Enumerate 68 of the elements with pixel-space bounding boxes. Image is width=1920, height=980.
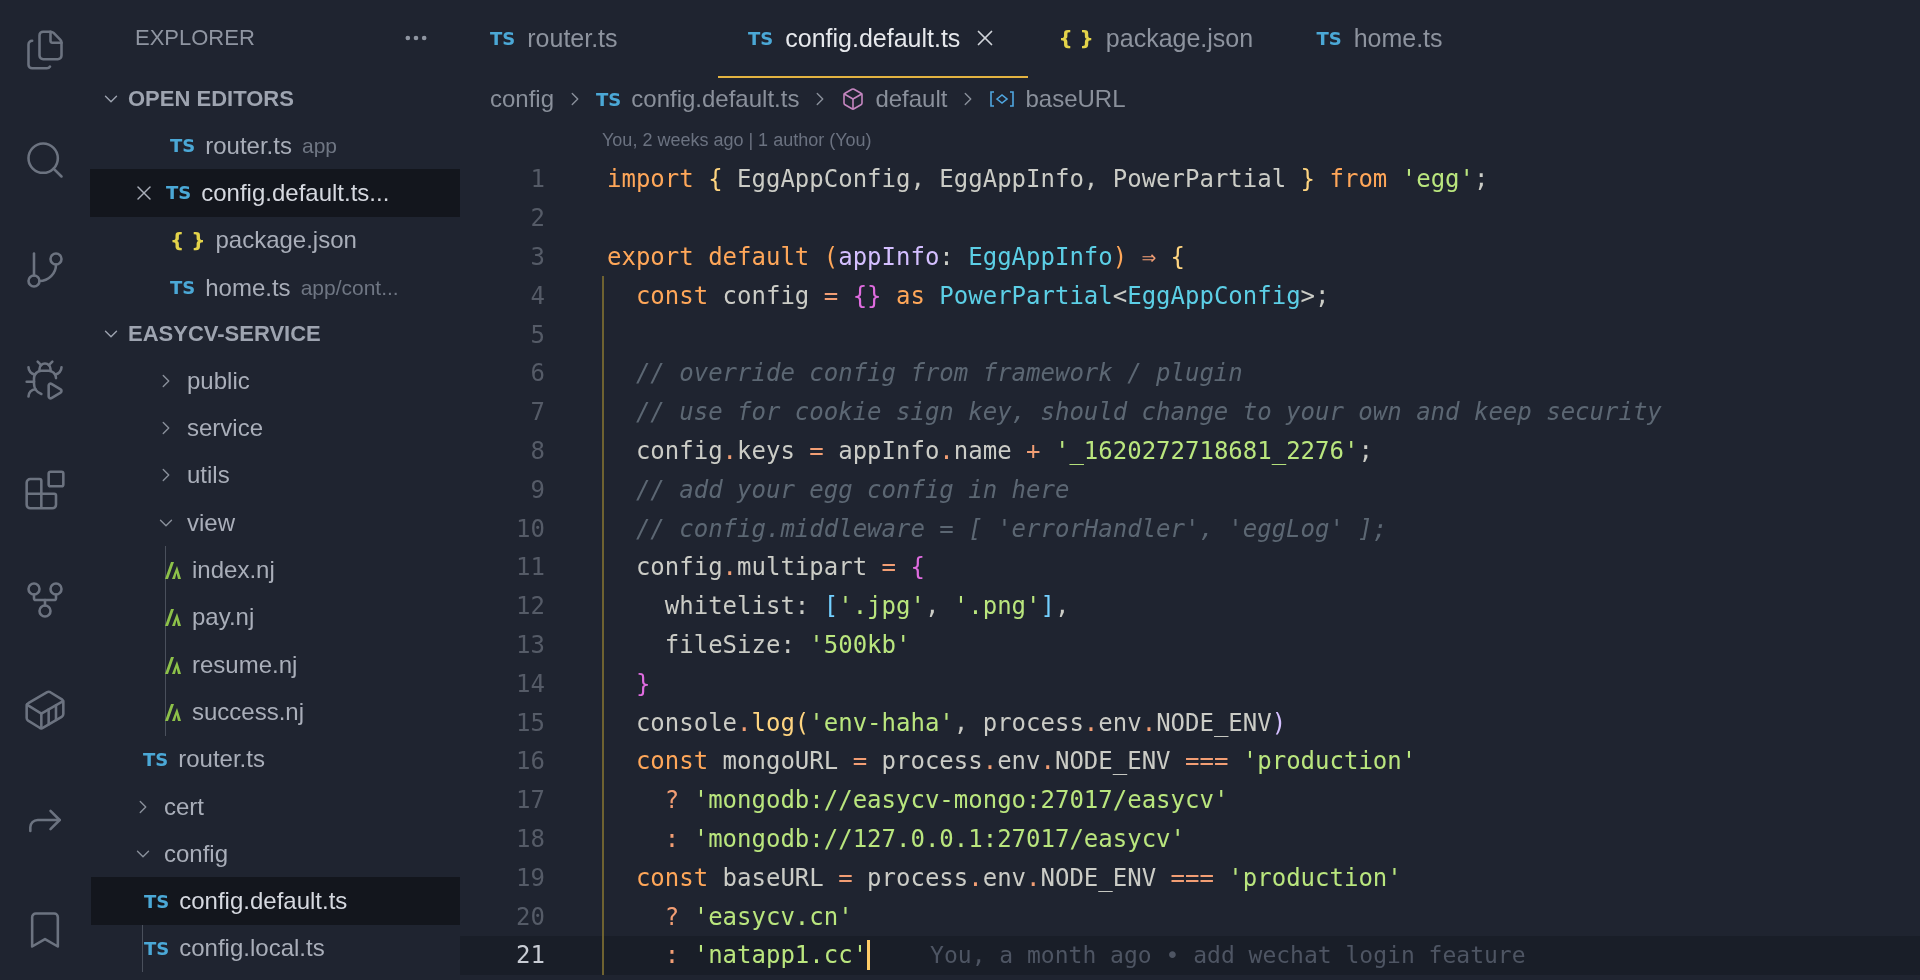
open-editor-item[interactable]: TS home.ts app/cont... — [90, 263, 460, 312]
breadcrumb-item[interactable]: default — [841, 85, 948, 113]
code-line: console.log('env-haha', process.env.NODE_ENV) — [602, 703, 1287, 742]
section-header[interactable]: EASYCV-SERVICE — [90, 311, 460, 358]
code-line: const baseURL = process.env.NODE_ENV === 'production' — [602, 858, 1402, 898]
open-editor-item[interactable]: TS router.ts app — [90, 122, 460, 170]
folder-item[interactable]: utils — [90, 451, 460, 500]
blame-annotation: You, a month ago • add wechat login feature — [930, 942, 1526, 969]
json-file-icon: { } — [1058, 26, 1094, 50]
code-line: // config.middleware = [ 'errorHandler', 'eggLog' ]; — [602, 509, 1388, 548]
code-line: // add your egg config in here — [602, 470, 1070, 510]
file-item[interactable]: pay.nj — [91, 593, 460, 641]
breadcrumb-item[interactable]: config — [490, 85, 555, 113]
json-file-icon: { } — [170, 228, 206, 253]
code-line: const config = {} as PowerPartial<EggAppConfig>; — [602, 276, 1330, 316]
editor-tab[interactable]: TS home.ts — [1286, 0, 1545, 78]
folder-item[interactable]: cert — [90, 782, 460, 831]
ts-file-icon: TS — [170, 135, 196, 157]
nunjucks-file-icon — [164, 701, 182, 722]
open-editor-item[interactable]: TS config.default.ts... — [90, 169, 460, 217]
breadcrumb-item[interactable]: TS config.default.ts — [596, 85, 800, 113]
code-line: fileSize: '500kb' — [602, 625, 911, 665]
ts-file-icon: TS — [490, 27, 516, 49]
code-line: // use for cookie sign key, should change to your own and keep security — [602, 392, 1662, 432]
nunjucks-file-icon — [164, 654, 182, 675]
folder-item[interactable]: view — [90, 499, 460, 547]
code-line: : 'natapp1.cc' You, a month ago • add wechat login feature — [602, 935, 1526, 975]
breadcrumb-item[interactable]: baseURL — [989, 85, 1126, 113]
nunjucks-file-icon — [164, 560, 182, 580]
code-line: export default (appInfo: EggAppInfo) ⇒ { — [606, 242, 1185, 273]
code-line: } — [602, 664, 651, 704]
variable-icon — [989, 89, 1016, 109]
code-line: config.keys = appInfo.name + '_1620272718681_2276'; — [602, 431, 1373, 471]
ts-file-icon: TS — [144, 890, 170, 912]
editor-tab[interactable]: { } package.json — [1028, 0, 1287, 78]
code-line: // override config from framework / plugin — [602, 354, 1243, 393]
ts-file-icon: TS — [748, 27, 774, 49]
editor-tab[interactable]: TS config.default.ts — [718, 0, 1029, 78]
folder-item[interactable]: public — [90, 357, 460, 405]
code-line: const mongoURL = process.env.NODE_ENV === 'production' — [602, 741, 1417, 781]
ts-file-icon: TS — [170, 277, 196, 299]
folder-item[interactable]: service — [90, 404, 460, 452]
section-header[interactable]: OPEN EDITORS — [90, 76, 460, 122]
file-item[interactable]: TS router.ts — [90, 735, 460, 783]
blocks-icon[interactable] — [23, 468, 67, 512]
ts-file-icon: TS — [1316, 27, 1342, 49]
file-item[interactable]: resume.nj — [91, 640, 460, 689]
cube-icon — [841, 87, 866, 111]
open-editor-item[interactable]: { } package.json — [90, 216, 460, 264]
ts-file-icon: TS — [143, 748, 169, 770]
file-item[interactable]: TS config.local.ts — [91, 924, 460, 973]
ts-file-icon: TS — [144, 937, 170, 959]
file-item[interactable]: success.nj — [91, 688, 460, 736]
editor-tab[interactable]: TS router.ts — [460, 0, 718, 78]
ts-file-icon: TS — [596, 88, 622, 110]
nunjucks-file-icon — [164, 607, 182, 628]
code-line: whitelist: ['.jpg', '.png'], — [602, 586, 1070, 626]
code-line: import { EggAppConfig, EggAppInfo, PowerPartial } from 'egg'; — [606, 164, 1489, 196]
code-line: ? 'mongodb://easycv-mongo:27017/easycv' — [602, 780, 1229, 820]
file-item[interactable]: TS config.default.ts — [91, 877, 460, 925]
file-item[interactable]: index.nj — [91, 546, 460, 594]
line-number: 21 — [515, 941, 545, 970]
ts-file-icon: TS — [166, 182, 192, 204]
code-line: config.multipart = { — [602, 547, 925, 587]
explorer-title: EXPLORER — [135, 25, 255, 51]
container-icon[interactable] — [23, 688, 67, 732]
code-line: : 'mongodb://127.0.0.1:27017/easycv' — [602, 819, 1185, 859]
folder-item[interactable]: config — [90, 830, 460, 878]
